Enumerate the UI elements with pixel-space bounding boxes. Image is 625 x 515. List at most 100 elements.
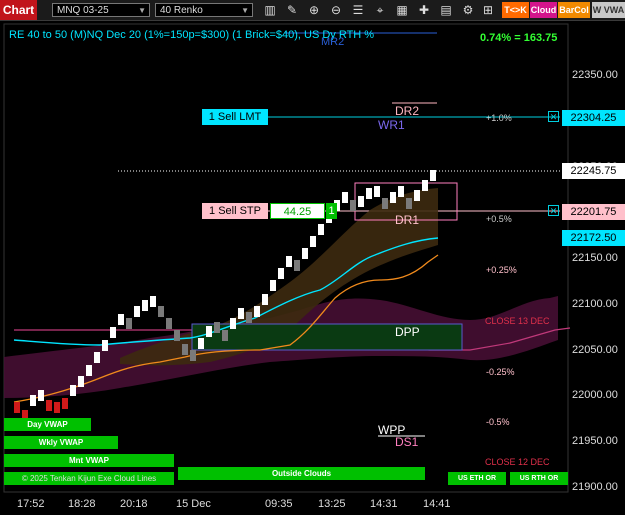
renko-brick [358,196,364,207]
renko-brick [94,352,100,363]
renko-brick [134,306,140,317]
price-tick: 22150.00 [572,252,618,264]
renko-brick [390,192,396,203]
renko-brick [342,192,348,203]
sell-lmt-order[interactable]: 1 Sell LMT [202,109,268,125]
renko-brick [14,402,20,413]
sell-stp-order[interactable]: 1 Sell STP [202,203,268,219]
renko-brick [262,294,268,305]
renko-brick [70,385,76,396]
close-icon[interactable]: ✕ [548,205,559,216]
renko-brick [46,400,52,411]
time-label: 15 Dec [176,498,211,510]
pct-plus-05: +0.5% [486,214,512,224]
price-marker: 22172.50 [562,230,625,247]
time-label: 13:25 [318,498,346,510]
renko-brick [238,308,244,319]
renko-brick [318,224,324,235]
renko-brick [214,322,220,333]
time-label: 17:52 [17,498,45,510]
templates-icon[interactable]: ▦ [394,2,410,18]
close-12-dec: CLOSE 12 DEC [485,457,550,467]
renko-brick [430,170,436,181]
price-tick: 21950.00 [572,435,618,447]
chart-tab[interactable]: Chart [0,0,37,20]
price-tick: 21900.00 [572,480,618,493]
renko-brick [174,330,180,341]
pct-plus-025: +0.25% [486,265,517,275]
renko-brick [414,190,420,201]
renko-brick [270,280,276,291]
drawing-objects-icon[interactable]: ⌖ [372,2,388,18]
data-box-icon[interactable]: ▤ [438,2,454,18]
renko-brick [198,338,204,349]
renko-brick [422,180,428,191]
us-eth-or-button[interactable]: US ETH OR [448,472,506,485]
pct-plus-1: +1.0% [486,113,512,123]
day-vwap-button[interactable]: Day VWAP [4,418,91,431]
dpp-label: DPP [395,325,420,339]
stp-quantity[interactable]: 1 [326,203,337,219]
renko-brick [246,312,252,323]
outside-clouds-button[interactable]: Outside Clouds [178,467,425,480]
ds1-label: DS1 [395,435,419,449]
time-label: 14:41 [423,498,451,510]
wkly-vwap-button[interactable]: Wkly VWAP [4,436,118,449]
bar-type-selector[interactable]: 40 Renko ▼ [155,3,253,17]
renko-brick [230,318,236,329]
indicators-icon[interactable]: ⚙ [460,2,476,18]
renko-brick [294,260,300,271]
renko-brick [150,296,156,307]
renko-brick [398,186,404,197]
dr1-label: DR1 [395,213,420,227]
chevron-down-icon: ▼ [138,6,146,15]
renko-brick [118,314,124,325]
renko-brick [406,198,412,209]
renko-brick [206,326,212,337]
price-marker: 22304.25 [562,109,625,126]
strategies-icon[interactable]: ⊞ [480,2,496,18]
renko-brick [86,365,92,376]
draw-tool-icon[interactable]: ✎ [284,2,300,18]
renko-brick [110,327,116,338]
renko-brick [166,318,172,329]
instrument-selector[interactable]: MNQ 03-25 ▼ [52,3,150,17]
us-rth-or-button[interactable]: US RTH OR [510,472,568,485]
zoom-out-icon[interactable]: ⊖ [328,2,344,18]
crosshair-icon[interactable]: ✚ [416,2,432,18]
renko-brick [38,390,44,401]
wr1-label: WR1 [378,118,405,132]
renko-brick [366,188,372,199]
pct-minus-025: -0.25% [486,367,515,377]
renko-brick [62,398,68,409]
mr2-label: MR2 [321,36,345,48]
renko-brick [286,256,292,267]
renko-brick [190,350,196,361]
pct-minus-05: -0.5% [486,417,510,427]
close-13-dec: CLOSE 13 DEC [485,316,550,326]
dr2-label: DR2 [395,104,420,118]
bar-type-value: 40 Renko [160,5,203,16]
vwap-button[interactable]: W VWA [592,2,625,18]
properties-icon[interactable]: ☰ [350,2,366,18]
bar-chart-icon[interactable]: ▥ [262,2,278,18]
price-tick: 22050.00 [572,343,618,356]
renko-brick [302,248,308,259]
price-tick: 22100.00 [572,297,618,310]
mnt-vwap-button[interactable]: Mnt VWAP [4,454,174,467]
cloud-button[interactable]: Cloud [530,2,557,18]
tk-button[interactable]: T<>K [502,2,529,18]
price-tick: 22000.00 [572,389,618,402]
copyright-label: © 2025 Tenkan Kijun Exe Cloud Lines [4,472,174,485]
renko-brick [78,376,84,387]
time-label: 20:18 [120,498,148,510]
renko-brick [350,200,356,211]
renko-brick [30,395,36,406]
change-label: 0.74% = 163.75 [480,32,558,44]
barcol-button[interactable]: BarCol [558,2,590,18]
time-label: 18:28 [68,498,96,510]
stp-pnl: 44.25 [270,203,325,219]
indicator-label: RE 40 to 50 (M)NQ Dec 20 (1%=150p=$300) … [9,29,375,41]
close-icon[interactable]: ✕ [548,111,559,122]
zoom-in-icon[interactable]: ⊕ [306,2,322,18]
